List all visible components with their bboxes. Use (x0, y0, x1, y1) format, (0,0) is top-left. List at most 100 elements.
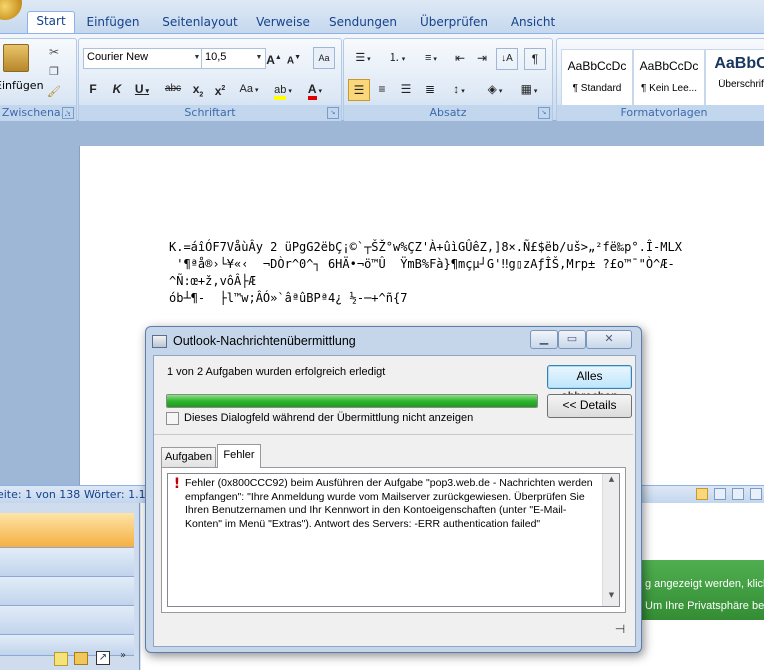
info-banner-line1: g angezeigt werden, klick (645, 578, 764, 590)
pin-icon[interactable]: ⊣ (613, 622, 627, 636)
shortcut-icon[interactable]: ↗ (96, 651, 110, 665)
increase-indent-button[interactable]: ⇥ (472, 48, 492, 68)
maximize-icon: ▭ (566, 332, 578, 345)
style-standard[interactable]: AaBbCcDc ¶ Standard (561, 49, 633, 109)
suppress-dialog-checkbox-label[interactable]: Dieses Dialogfeld während der Übermittlu… (184, 412, 473, 424)
shading-button[interactable]: ◈ ▾ (480, 79, 510, 99)
document-line: '¶ªå®›└¥«‹ ¬DÒr^0^┐ 6HÄ•¬ö™Û ŸmB%Fà}¶mçµ… (169, 257, 675, 271)
clipboard-group: Einfügen ✂ ❐ 🖌 Zwischena... ↘ (0, 38, 77, 122)
progress-status-text: 1 von 2 Aufgaben wurden erfolgreich erle… (167, 366, 386, 378)
underline-button[interactable]: U ▾ (131, 79, 153, 99)
tab-seitenlayout[interactable]: Seitenlayout (160, 13, 240, 33)
numbering-button[interactable]: ⒈ ▾ (382, 48, 412, 68)
cut-icon[interactable]: ✂ (47, 45, 61, 59)
nav-button[interactable] (0, 548, 134, 577)
page-count[interactable]: Seite: 1 von 138 (0, 486, 80, 503)
font-dialog-launcher-icon[interactable]: ↘ (327, 107, 339, 119)
decrease-indent-button[interactable]: ⇤ (450, 48, 470, 68)
italic-button[interactable]: K (107, 79, 127, 99)
copy-icon[interactable]: ❐ (47, 65, 61, 79)
shrink-font-button[interactable]: A▼ (285, 48, 303, 68)
style-preview: AaBbCcDc (567, 59, 627, 73)
font-name-combo[interactable]: Courier New ▼ (83, 48, 204, 69)
highlighter-icon: ab (274, 84, 287, 100)
style-preview: AaBbC (714, 55, 764, 72)
scroll-up-icon[interactable]: ▲ (603, 475, 620, 483)
nav-button[interactable] (0, 606, 134, 635)
view-outline-icon[interactable] (750, 488, 762, 500)
align-left-button[interactable]: ☰ (348, 79, 370, 101)
font-color-icon: A (307, 82, 317, 100)
align-right-button[interactable]: ☰ (396, 79, 416, 99)
multilevel-list-button[interactable]: ≡ ▾ (416, 48, 446, 68)
strikethrough-button[interactable]: abc (161, 79, 185, 99)
view-fullscreen-icon[interactable] (714, 488, 726, 500)
tab-fehler-label: Fehler (223, 449, 255, 461)
close-button[interactable]: ✕ (586, 330, 632, 349)
highlight-button[interactable]: ab ▾ (269, 79, 297, 100)
show-formatting-marks-button[interactable]: ¶ (524, 48, 546, 70)
style-name: ¶ Standard (572, 83, 622, 94)
borders-button[interactable]: ▦ ▾ (514, 79, 544, 99)
paste-button-label[interactable]: Einfügen (0, 79, 44, 92)
tab-einfuegen[interactable]: Einfügen (82, 13, 144, 33)
subscript-button[interactable]: x2 (189, 79, 207, 99)
change-case-button[interactable]: Aa ▾ (235, 79, 263, 99)
office-button[interactable] (0, 0, 22, 20)
notes-icon[interactable] (54, 652, 68, 666)
suppress-dialog-checkbox[interactable] (166, 412, 179, 425)
tab-fehler[interactable]: Fehler (217, 444, 261, 468)
tab-sendungen[interactable]: Sendungen (328, 13, 398, 33)
tab-verweise[interactable]: Verweise (254, 13, 312, 33)
superscript-button[interactable]: x2 (211, 79, 229, 99)
bullets-button[interactable]: ☰ ▾ (348, 48, 378, 68)
paragraph-group: ☰ ▾ ⒈ ▾ ≡ ▾ ⇤ ⇥ ↓A ¶ ☰ ≡ ☰ ≣ ↕ ▾ ◈ ▾ ▦ ▾… (343, 38, 553, 122)
chevron-right-icon[interactable]: » (118, 650, 128, 664)
folder-icon[interactable] (74, 652, 88, 665)
chevron-down-icon[interactable]: ▼ (253, 49, 265, 66)
error-list-scrollbar[interactable]: ▲ ▼ (602, 474, 619, 606)
sort-button[interactable]: ↓A (496, 48, 518, 70)
align-center-button[interactable]: ≡ (372, 79, 392, 99)
clipboard-dialog-launcher-icon[interactable]: ↘ (62, 107, 74, 119)
tab-ueberpruefen[interactable]: Überprüfen (416, 13, 492, 33)
error-tab-panel: ! Fehler (0x800CCC92) beim Ausführen der… (161, 467, 626, 613)
scroll-down-icon[interactable]: ▼ (603, 591, 620, 599)
style-name: Überschrif (718, 79, 764, 90)
style-ueberschrift[interactable]: AaBbC Überschrif (705, 49, 764, 109)
font-size-combo[interactable]: 10,5 ▼ (201, 48, 266, 69)
error-list[interactable]: ! Fehler (0x800CCC92) beim Ausführen der… (167, 473, 620, 607)
format-painter-icon[interactable]: 🖌 (47, 85, 61, 99)
maximize-button[interactable]: ▭ (558, 330, 586, 349)
font-color-button[interactable]: A ▾ (301, 79, 329, 100)
style-kein-leerraum[interactable]: AaBbCcDc ¶ Kein Lee... (633, 49, 705, 109)
tab-start[interactable]: Start (27, 11, 75, 34)
grow-font-button[interactable]: A▲ (265, 48, 283, 68)
nav-button[interactable] (0, 577, 134, 606)
info-banner[interactable]: g angezeigt werden, klick Um Ihre Privat… (641, 560, 764, 620)
styles-group: AaBbCcDc ¶ Standard AaBbCcDc ¶ Kein Lee.… (556, 38, 764, 122)
paragraph-dialog-launcher-icon[interactable]: ↘ (538, 107, 550, 119)
word-count[interactable]: Wörter: 1.15 (84, 486, 153, 503)
view-print-layout-icon[interactable] (696, 488, 708, 500)
clear-formatting-button[interactable]: Aa (313, 47, 335, 69)
document-line: K.=áîÓF7VåùÂy 2 üPgG2ëbÇ¡©`┬ŠŽ°w%ÇZ'À+ûì… (169, 240, 682, 254)
send-receive-icon (152, 335, 167, 348)
details-button[interactable]: << Details (547, 394, 632, 418)
bold-button[interactable]: F (83, 79, 103, 99)
cancel-all-button[interactable]: Alles abbrechen (547, 365, 632, 403)
justify-button[interactable]: ≣ (420, 79, 440, 99)
tab-aufgaben[interactable]: Aufgaben (161, 447, 216, 467)
styles-group-label: Formatvorlagen (557, 105, 764, 121)
minimize-button[interactable]: ▁ (530, 330, 558, 349)
view-web-layout-icon[interactable] (732, 488, 744, 500)
document-line: ^Ñ:œ+ž,vôÂ├Æ (169, 274, 256, 288)
dialog-body: 1 von 2 Aufgaben wurden erfolgreich erle… (153, 355, 636, 647)
tab-ansicht[interactable]: Ansicht (508, 13, 558, 33)
font-group-label: Schriftart (79, 105, 341, 121)
dialog-title-bar[interactable]: Outlook-Nachrichtenübermittlung ▁ ▭ ✕ (146, 327, 641, 355)
paste-icon[interactable] (3, 44, 29, 72)
line-spacing-button[interactable]: ↕ ▾ (444, 79, 474, 99)
nav-button-selected[interactable] (0, 513, 134, 548)
close-icon: ✕ (604, 332, 614, 345)
